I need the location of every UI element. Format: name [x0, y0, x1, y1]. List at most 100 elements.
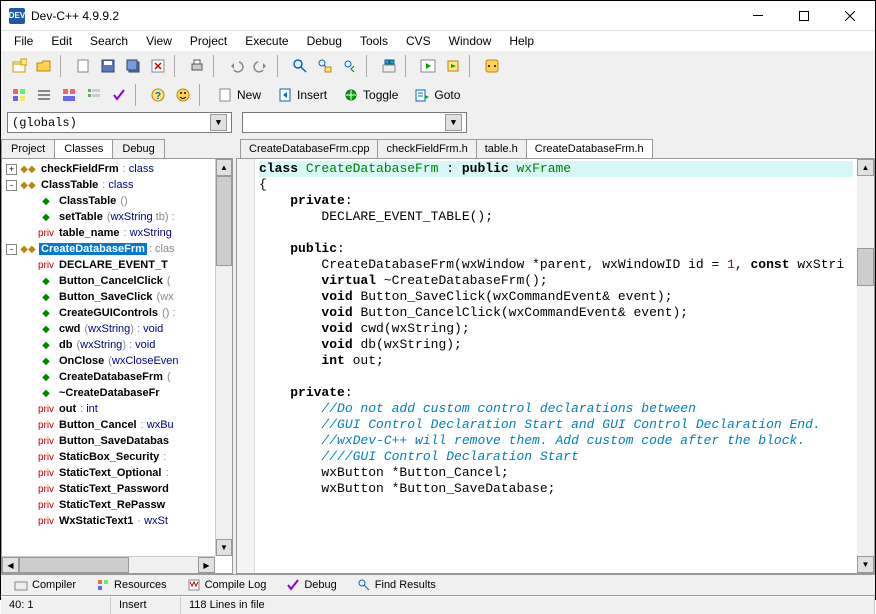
check-icon[interactable]: [107, 83, 130, 106]
tree-item[interactable]: privStaticText_RePassw: [4, 497, 230, 513]
editor-tab[interactable]: CreateDatabaseFrm.h: [526, 139, 653, 158]
code-line[interactable]: DECLARE_EVENT_TABLE();: [259, 209, 853, 225]
code-line[interactable]: int out;: [259, 353, 853, 369]
editor-tab[interactable]: table.h: [476, 139, 527, 158]
tree-item[interactable]: ◆cwd(wxString) : void: [4, 321, 230, 337]
menu-file[interactable]: File: [5, 32, 42, 50]
chevron-down-icon[interactable]: ▼: [210, 114, 227, 131]
scroll-down-icon[interactable]: ▼: [857, 556, 874, 573]
tree-item[interactable]: ◆db(wxString) : void: [4, 337, 230, 353]
code-line[interactable]: void Button_CancelClick(wxCommandEvent& …: [259, 305, 853, 321]
tree-item[interactable]: ◆~CreateDatabaseFr: [4, 385, 230, 401]
tree-item[interactable]: ◆setTable(wxString tb) :: [4, 209, 230, 225]
tree-item[interactable]: privout: int: [4, 401, 230, 417]
chevron-down-icon[interactable]: ▼: [445, 114, 462, 131]
tree-item[interactable]: ◆Button_SaveClick(wx: [4, 289, 230, 305]
new-file-icon[interactable]: [71, 54, 94, 77]
code-line[interactable]: public:: [259, 241, 853, 257]
code-line[interactable]: wxButton *Button_SaveDatabase;: [259, 481, 853, 497]
view-detail-icon[interactable]: [82, 83, 105, 106]
scroll-left-icon[interactable]: ◀: [2, 557, 19, 573]
close-button[interactable]: [827, 2, 873, 30]
tree-item[interactable]: privButton_SaveDatabas: [4, 433, 230, 449]
code-line[interactable]: wxButton *Button_Cancel;: [259, 465, 853, 481]
tree-vscrollbar[interactable]: ▲ ▼: [215, 159, 232, 556]
menu-window[interactable]: Window: [440, 32, 501, 50]
project-tab-project[interactable]: Project: [1, 139, 55, 158]
tree-item[interactable]: privDECLARE_EVENT_T: [4, 257, 230, 273]
new-button[interactable]: New: [210, 83, 268, 106]
scroll-up-icon[interactable]: ▲: [857, 159, 874, 176]
output-tab-compiler[interactable]: Compiler: [5, 575, 85, 595]
tree-item[interactable]: ◆OnClose(wxCloseEven: [4, 353, 230, 369]
scroll-thumb[interactable]: [19, 557, 129, 573]
code-line[interactable]: [259, 225, 853, 241]
code-line[interactable]: CreateDatabaseFrm(wxWindow *parent, wxWi…: [259, 257, 853, 273]
scroll-down-icon[interactable]: ▼: [216, 539, 232, 556]
insert-button[interactable]: Insert: [270, 83, 334, 106]
tree-hscrollbar[interactable]: ◀ ▶: [2, 556, 215, 573]
open-icon[interactable]: [32, 54, 55, 77]
compile-icon[interactable]: [377, 54, 400, 77]
find-icon[interactable]: [288, 54, 311, 77]
code-line[interactable]: private:: [259, 193, 853, 209]
tree-item[interactable]: privtable_name: wxString: [4, 225, 230, 241]
compile-run-icon[interactable]: [441, 54, 464, 77]
undo-icon[interactable]: [224, 54, 247, 77]
view-grid-icon[interactable]: [7, 83, 30, 106]
find-next-icon[interactable]: [338, 54, 361, 77]
tree-item[interactable]: -◆◆CreateDatabaseFrm: clas: [4, 241, 230, 257]
class-tree[interactable]: +◆◆checkFieldFrm: class-◆◆ClassTable: cl…: [2, 159, 232, 573]
output-tab-debug[interactable]: Debug: [277, 575, 345, 595]
menu-tools[interactable]: Tools: [351, 32, 397, 50]
debug-icon[interactable]: [480, 54, 503, 77]
about-icon[interactable]: [171, 83, 194, 106]
redo-icon[interactable]: [249, 54, 272, 77]
editor-tab[interactable]: CreateDatabaseFrm.cpp: [240, 139, 378, 158]
tree-item[interactable]: ◆CreateDatabaseFrm(: [4, 369, 230, 385]
code-line[interactable]: void cwd(wxString);: [259, 321, 853, 337]
tree-item[interactable]: -◆◆ClassTable: class: [4, 177, 230, 193]
tree-item[interactable]: privStaticBox_Security:: [4, 449, 230, 465]
tree-item[interactable]: privStaticText_Password: [4, 481, 230, 497]
code-line[interactable]: class CreateDatabaseFrm : public wxFrame: [259, 161, 853, 177]
menu-view[interactable]: View: [137, 32, 181, 50]
replace-icon[interactable]: [313, 54, 336, 77]
menu-help[interactable]: Help: [500, 32, 543, 50]
maximize-button[interactable]: [781, 2, 827, 30]
code-line[interactable]: {: [259, 177, 853, 193]
tree-item[interactable]: privStaticText_Optional:: [4, 465, 230, 481]
view-tile-icon[interactable]: [57, 83, 80, 106]
print-icon[interactable]: [185, 54, 208, 77]
project-tab-classes[interactable]: Classes: [54, 139, 113, 158]
code-line[interactable]: private:: [259, 385, 853, 401]
menu-cvs[interactable]: CVS: [397, 32, 440, 50]
tree-item[interactable]: ◆CreateGUIControls() :: [4, 305, 230, 321]
editor-tab[interactable]: checkFieldFrm.h: [377, 139, 476, 158]
view-list-icon[interactable]: [32, 83, 55, 106]
menu-search[interactable]: Search: [81, 32, 137, 50]
output-tab-find-results[interactable]: Find Results: [348, 575, 445, 595]
code-line[interactable]: //GUI Control Declaration Start and GUI …: [259, 417, 853, 433]
tree-item[interactable]: ◆Button_CancelClick(: [4, 273, 230, 289]
menu-execute[interactable]: Execute: [236, 32, 297, 50]
code-line[interactable]: void db(wxString);: [259, 337, 853, 353]
output-tab-compile-log[interactable]: Compile Log: [178, 575, 276, 595]
help-icon[interactable]: ?: [146, 83, 169, 106]
menu-project[interactable]: Project: [181, 32, 236, 50]
output-tab-resources[interactable]: Resources: [87, 575, 176, 595]
tree-item[interactable]: ◆ClassTable(): [4, 193, 230, 209]
menu-debug[interactable]: Debug: [298, 32, 351, 50]
code-editor[interactable]: class CreateDatabaseFrm : public wxFrame…: [255, 159, 857, 573]
scope-combo[interactable]: (globals)▼: [7, 112, 232, 133]
tree-expand-icon[interactable]: -: [6, 244, 17, 255]
symbol-combo[interactable]: ▼: [242, 112, 467, 133]
gutter[interactable]: [237, 159, 255, 573]
scroll-up-icon[interactable]: ▲: [216, 159, 232, 176]
code-line[interactable]: void Button_SaveClick(wxCommandEvent& ev…: [259, 289, 853, 305]
scroll-thumb[interactable]: [857, 248, 874, 286]
tree-expand-icon[interactable]: -: [6, 180, 17, 191]
scroll-right-icon[interactable]: ▶: [198, 557, 215, 573]
save-icon[interactable]: [96, 54, 119, 77]
minimize-button[interactable]: [735, 2, 781, 30]
